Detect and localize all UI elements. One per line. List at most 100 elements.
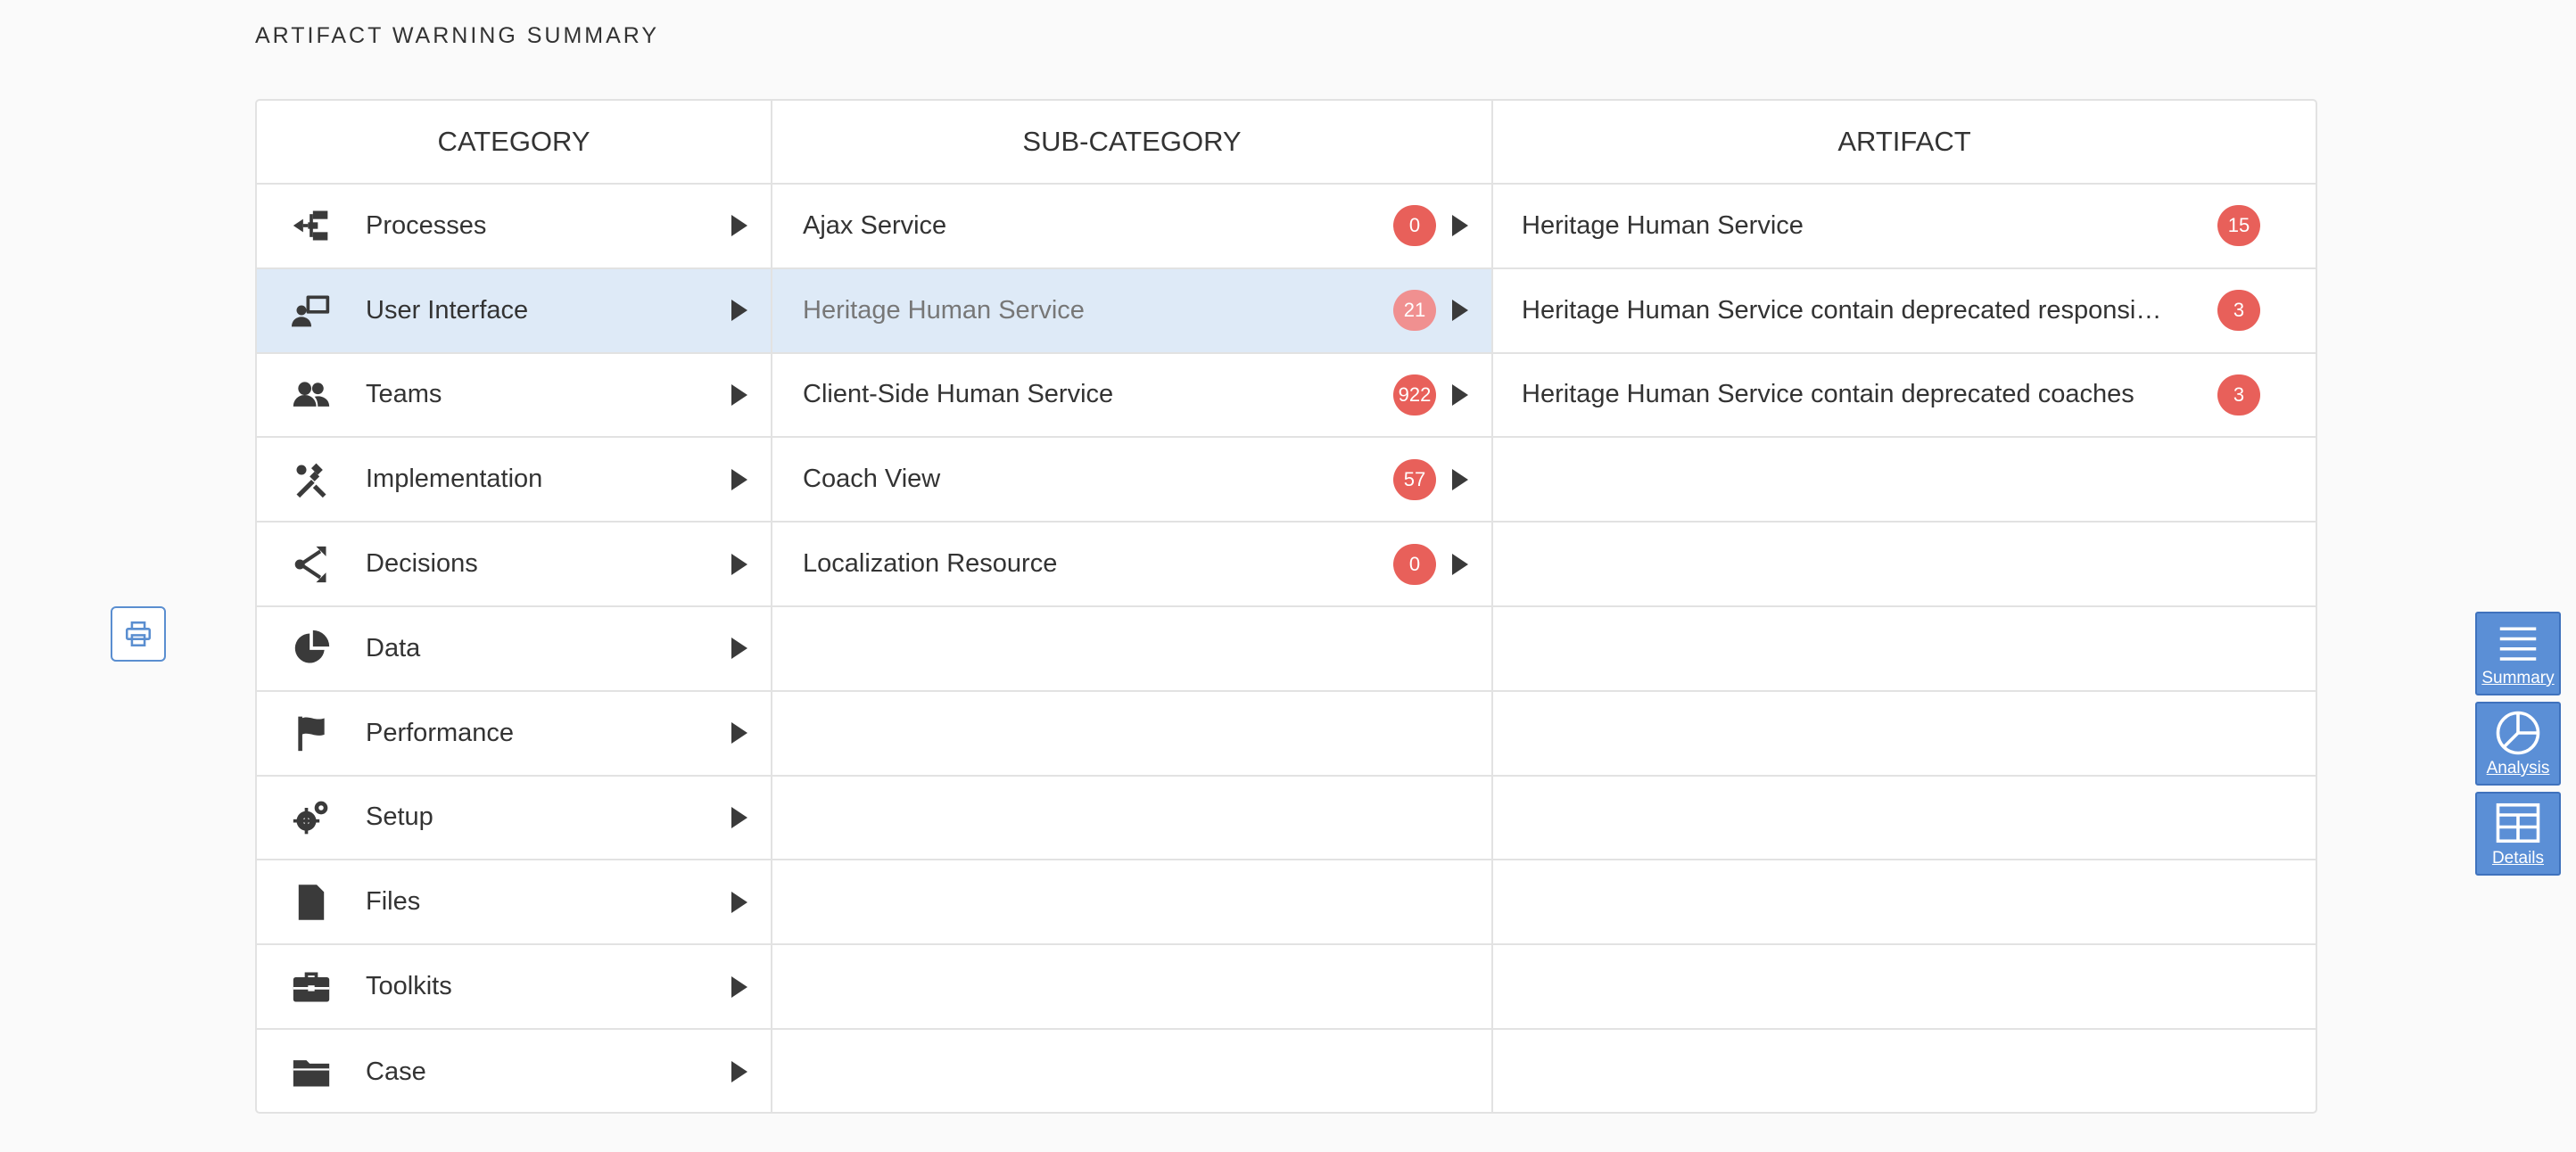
category-row-teams[interactable]: Teams <box>257 354 771 439</box>
warning-count-badge: 21 <box>1393 290 1436 332</box>
subcategory-row[interactable]: Client-Side Human Service 922 <box>772 354 1491 439</box>
analysis-label: Analysis <box>2486 759 2550 778</box>
warning-summary-table: CATEGORY Processes User Interface Teams <box>255 99 2317 1114</box>
empty-row <box>1493 860 2316 946</box>
expand-arrow-icon <box>731 891 747 913</box>
artifact-header: ARTIFACT <box>1493 101 2316 185</box>
empty-row <box>772 1030 1491 1115</box>
expand-arrow-icon <box>731 215 747 237</box>
implementation-icon <box>291 459 332 500</box>
warning-count-badge: 0 <box>1393 205 1436 247</box>
subcategory-column: SUB-CATEGORY Ajax Service 0 Heritage Hum… <box>772 101 1493 1112</box>
decisions-icon <box>291 544 332 585</box>
warning-count-badge: 0 <box>1393 543 1436 585</box>
subcategory-label: Ajax Service <box>803 210 947 240</box>
processes-icon <box>291 205 332 246</box>
expand-arrow-icon <box>1452 468 1468 490</box>
empty-row <box>1493 523 2316 607</box>
category-row-decisions[interactable]: Decisions <box>257 523 771 607</box>
warning-count-badge: 15 <box>2217 205 2260 247</box>
details-label: Details <box>2491 849 2545 868</box>
category-label: Performance <box>366 718 515 747</box>
empty-row <box>772 692 1491 777</box>
data-icon <box>291 628 332 669</box>
subcategory-label: Coach View <box>803 465 941 494</box>
empty-row <box>1493 777 2316 861</box>
details-button[interactable]: Details <box>2475 792 2561 876</box>
warning-count-badge: 57 <box>1393 458 1436 500</box>
category-row-processes[interactable]: Processes <box>257 185 771 269</box>
side-navigation: Summary Analysis Details <box>2475 612 2561 882</box>
empty-row <box>1493 1030 2316 1115</box>
category-row-setup[interactable]: Setup <box>257 777 771 861</box>
artifact-label: Heritage Human Service contain deprecate… <box>1522 295 2162 325</box>
category-row-user-interface[interactable]: User Interface <box>257 268 771 354</box>
subcategory-label: Heritage Human Service <box>803 295 1085 325</box>
expand-arrow-icon <box>731 722 747 745</box>
category-label: Implementation <box>366 465 543 494</box>
expand-arrow-icon <box>1452 215 1468 237</box>
category-label: Teams <box>366 380 442 409</box>
expand-arrow-icon <box>731 1061 747 1083</box>
expand-arrow-icon <box>1452 300 1468 322</box>
page-title: ARTIFACT WARNING SUMMARY <box>255 23 660 48</box>
artifact-row[interactable]: Heritage Human Service 15 <box>1493 185 2316 269</box>
folder-icon <box>291 1051 332 1092</box>
expand-arrow-icon <box>731 806 747 828</box>
printer-icon <box>125 621 152 647</box>
category-row-files[interactable]: Files <box>257 860 771 946</box>
expand-arrow-icon <box>731 638 747 660</box>
gears-icon <box>291 797 332 838</box>
category-column: CATEGORY Processes User Interface Teams <box>257 101 772 1112</box>
teams-icon <box>291 374 332 416</box>
empty-row <box>1493 945 2316 1030</box>
category-label: User Interface <box>366 295 529 325</box>
empty-row <box>1493 607 2316 692</box>
table-icon <box>2496 802 2540 843</box>
category-label: Setup <box>366 802 433 832</box>
artifact-row[interactable]: Heritage Human Service contain deprecate… <box>1493 269 2316 354</box>
subcategory-label: Client-Side Human Service <box>803 380 1114 409</box>
summary-button[interactable]: Summary <box>2475 612 2561 695</box>
empty-row <box>772 860 1491 946</box>
artifact-row[interactable]: Heritage Human Service contain deprecate… <box>1493 354 2316 439</box>
warning-count-badge: 3 <box>2217 374 2260 416</box>
category-header: CATEGORY <box>257 101 771 185</box>
category-row-case[interactable]: Case <box>257 1030 771 1115</box>
expand-arrow-icon <box>1452 553 1468 575</box>
expand-arrow-icon <box>731 383 747 406</box>
artifact-label: Heritage Human Service contain deprecate… <box>1522 380 2134 409</box>
empty-row <box>772 777 1491 861</box>
empty-row <box>1493 692 2316 777</box>
expand-arrow-icon <box>1452 383 1468 406</box>
category-label: Processes <box>366 210 487 240</box>
empty-row <box>1493 438 2316 523</box>
warning-count-badge: 922 <box>1393 374 1436 416</box>
subcategory-label: Localization Resource <box>803 549 1058 579</box>
print-button[interactable] <box>111 606 166 662</box>
expand-arrow-icon <box>731 975 747 998</box>
category-row-implementation[interactable]: Implementation <box>257 438 771 523</box>
analysis-button[interactable]: Analysis <box>2475 702 2561 786</box>
briefcase-icon <box>291 967 332 1008</box>
expand-arrow-icon <box>731 468 747 490</box>
category-label: Files <box>366 887 421 917</box>
empty-row <box>772 607 1491 692</box>
subcategory-header: SUB-CATEGORY <box>772 101 1491 185</box>
category-row-toolkits[interactable]: Toolkits <box>257 945 771 1030</box>
subcategory-row[interactable]: Heritage Human Service 21 <box>772 268 1491 354</box>
artifact-label: Heritage Human Service <box>1522 210 1804 240</box>
subcategory-row[interactable]: Coach View 57 <box>772 438 1491 523</box>
expand-arrow-icon <box>731 300 747 322</box>
user-interface-icon <box>291 290 332 331</box>
subcategory-row[interactable]: Localization Resource 0 <box>772 523 1491 607</box>
category-row-performance[interactable]: Performance <box>257 692 771 777</box>
subcategory-row[interactable]: Ajax Service 0 <box>772 185 1491 269</box>
category-label: Data <box>366 633 421 662</box>
category-row-data[interactable]: Data <box>257 607 771 692</box>
category-label: Decisions <box>366 549 478 579</box>
file-icon <box>291 882 332 923</box>
flag-icon <box>291 712 332 753</box>
artifact-column: ARTIFACT Heritage Human Service 15 Herit… <box>1493 101 2316 1112</box>
expand-arrow-icon <box>731 553 747 575</box>
